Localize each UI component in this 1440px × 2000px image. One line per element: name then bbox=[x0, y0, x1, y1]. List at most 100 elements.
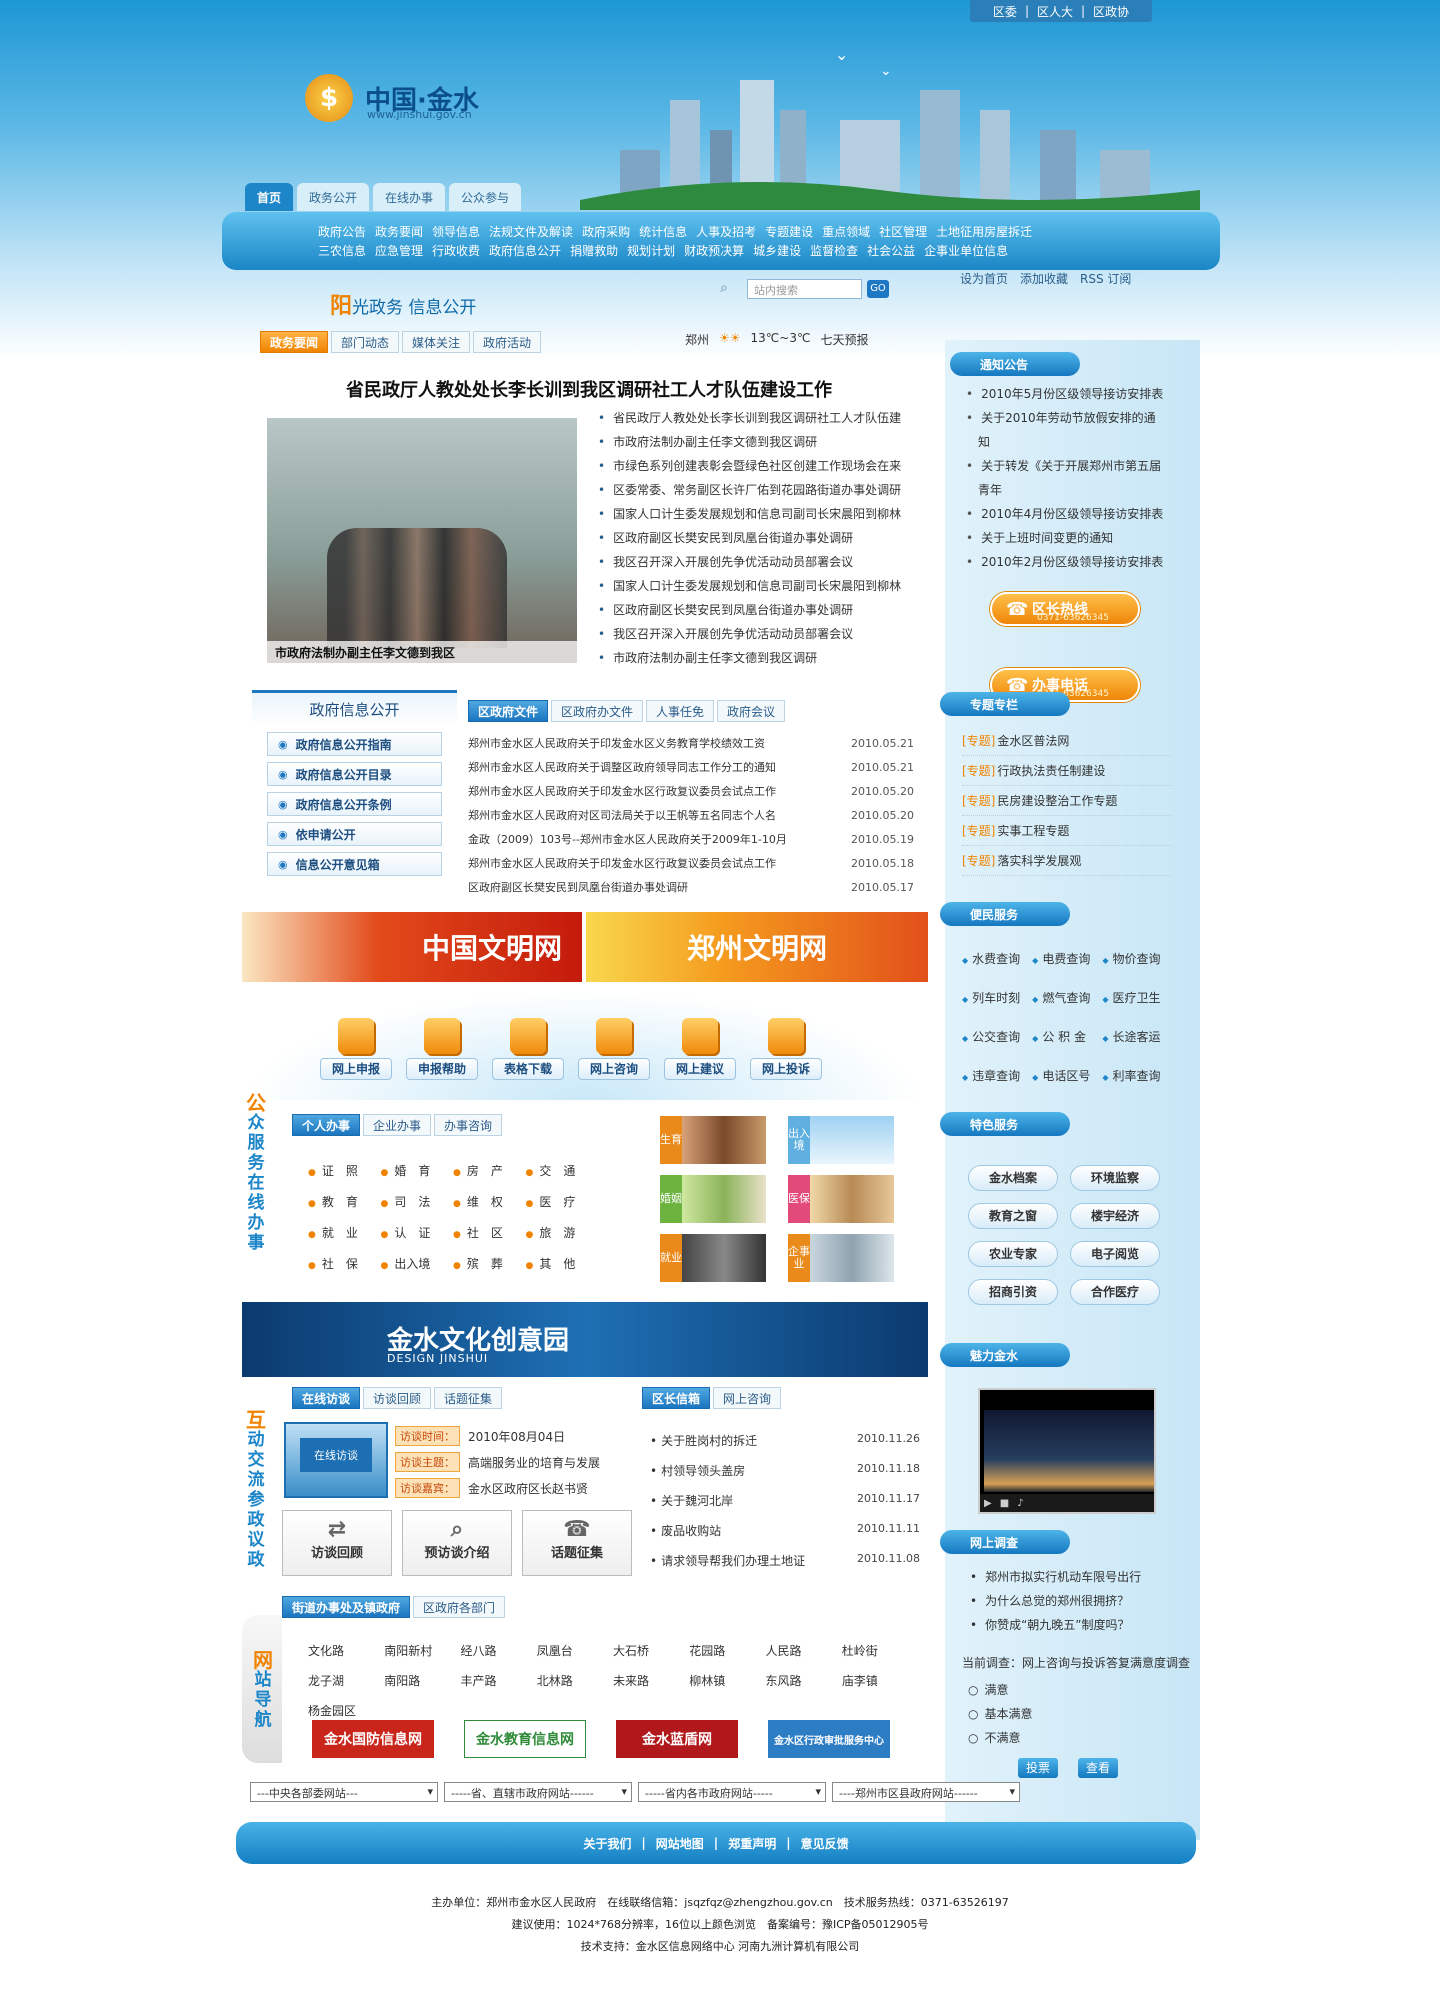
volume-icon[interactable]: ♪ bbox=[1017, 1498, 1023, 1509]
news-item[interactable]: 省民政厅人教处处长李长训到我区调研社工人才队伍建 bbox=[598, 406, 918, 430]
doc-row[interactable]: 郑州市金水区人民政府关于印发金水区行政复议委员会试点工作 2010.05.18 bbox=[468, 852, 914, 876]
tab-gov-affairs[interactable]: 政务公开 bbox=[297, 183, 370, 211]
video-player[interactable]: ▶ ■ ♪ bbox=[978, 1388, 1156, 1514]
nav-link[interactable]: 人事及招考 bbox=[696, 223, 756, 242]
nav-link[interactable]: 捐赠救助 bbox=[570, 242, 618, 261]
convenience-header[interactable]: 便民服务 bbox=[940, 902, 1070, 926]
special-item[interactable]: [专题] 行政执法责任制建设 bbox=[962, 756, 1172, 786]
birth-image[interactable]: 生育 bbox=[660, 1116, 766, 1164]
survey-option-radio[interactable]: 基本满意 bbox=[968, 1702, 1032, 1726]
nav-link[interactable]: 政府采购 bbox=[582, 223, 630, 242]
tab-meetings[interactable]: 政府会议 bbox=[717, 700, 786, 722]
tab-consult[interactable]: 办事咨询 bbox=[434, 1114, 503, 1136]
special-item[interactable]: [专题] 落实科学发展观 bbox=[962, 846, 1172, 876]
nav-link[interactable]: 社会公益 bbox=[867, 242, 915, 261]
personal-service-item[interactable]: 社 保 bbox=[308, 1255, 381, 1272]
street-link[interactable]: 南阳路 bbox=[384, 1672, 460, 1689]
nav-link[interactable]: 规划计划 bbox=[627, 242, 675, 261]
view-results-button[interactable]: 查看 bbox=[1078, 1758, 1118, 1778]
gov-info-button[interactable]: 政府信息公开条例 bbox=[267, 792, 442, 816]
convenience-link[interactable]: 燃气查询 bbox=[1032, 989, 1090, 1006]
featured-button[interactable]: 合作医疗 bbox=[1070, 1279, 1160, 1305]
survey-option-radio[interactable]: 不满意 bbox=[968, 1726, 1033, 1750]
featured-button[interactable]: 环境监察 bbox=[1070, 1165, 1160, 1191]
special-header[interactable]: 专题专栏 bbox=[940, 692, 1070, 716]
central-sites-select[interactable]: ---中央各部委网站--- bbox=[250, 1782, 438, 1802]
city-sites-select[interactable]: -----省内各市政府网站----- bbox=[638, 1782, 826, 1802]
nav-link[interactable]: 政府公告 bbox=[318, 223, 366, 242]
top-link[interactable]: 区委 bbox=[993, 3, 1017, 20]
employment-image[interactable]: 就业 bbox=[660, 1234, 766, 1282]
featured-button[interactable]: 楼宇经济 bbox=[1070, 1203, 1160, 1229]
tab-topic-collect[interactable]: 话题征集 bbox=[434, 1387, 503, 1409]
survey-item[interactable]: 郑州市拟实行机动车限号出行 bbox=[970, 1565, 1141, 1589]
featured-button[interactable]: 农业专家 bbox=[968, 1241, 1058, 1267]
personal-service-item[interactable]: 维 权 bbox=[453, 1193, 526, 1210]
convenience-link[interactable]: 公 积 金 bbox=[1032, 1028, 1090, 1045]
civilization-banner[interactable]: 中国文明网 bbox=[242, 912, 582, 982]
nav-link[interactable]: 政务要闻 bbox=[375, 223, 423, 242]
convenience-link[interactable]: 列车时刻 bbox=[962, 989, 1020, 1006]
nav-link[interactable]: 重点领域 bbox=[822, 223, 870, 242]
convenience-link[interactable]: 物价查询 bbox=[1102, 950, 1161, 967]
survey-option-radio[interactable]: 满意 bbox=[968, 1678, 1033, 1702]
doc-row[interactable]: 郑州市金水区人民政府关于印发金水区义务教育学校绩效工资 2010.05.21 bbox=[468, 732, 914, 756]
tab-office-docs[interactable]: 区政府办文件 bbox=[551, 700, 644, 722]
rss-link[interactable]: RSS 订阅 bbox=[1080, 270, 1131, 287]
top-link[interactable]: 区人大 bbox=[1037, 3, 1073, 20]
gov-info-button[interactable]: 信息公开意见箱 bbox=[267, 852, 442, 876]
street-link[interactable]: 文化路 bbox=[308, 1642, 384, 1659]
tab-media[interactable]: 媒体关注 bbox=[402, 331, 471, 353]
personal-service-item[interactable]: 殡 葬 bbox=[453, 1255, 526, 1272]
notice-header[interactable]: 通知公告 bbox=[950, 352, 1080, 376]
tab-online-service[interactable]: 在线办事 bbox=[373, 183, 446, 211]
news-item[interactable]: 市绿色系列创建表彰会暨绿色社区创建工作现场会在来 bbox=[598, 454, 918, 478]
personal-service-item[interactable]: 证 照 bbox=[308, 1162, 381, 1179]
street-link[interactable]: 东风路 bbox=[766, 1672, 842, 1689]
nav-link[interactable]: 应急管理 bbox=[375, 242, 423, 261]
notice-item[interactable]: 2010年4月份区级领导接访安排表 bbox=[966, 502, 1166, 526]
personal-service-item[interactable]: 教 育 bbox=[308, 1193, 381, 1210]
convenience-link[interactable]: 公交查询 bbox=[962, 1028, 1020, 1045]
gov-info-button[interactable]: 政府信息公开指南 bbox=[267, 732, 442, 756]
footer-statement[interactable]: 郑重声明 bbox=[728, 1835, 776, 1852]
news-item[interactable]: 区委常委、常务副区长许厂佑到花园路街道办事处调研 bbox=[598, 478, 918, 502]
special-item[interactable]: [专题] 民房建设整治工作专题 bbox=[962, 786, 1172, 816]
blue-shield-logo[interactable]: 金水蓝盾网 bbox=[616, 1720, 738, 1758]
tab-enterprise[interactable]: 企业办事 bbox=[363, 1114, 432, 1136]
nav-link[interactable]: 财政预决算 bbox=[684, 242, 744, 261]
street-link[interactable]: 南阳新村 bbox=[384, 1642, 460, 1659]
nav-link[interactable]: 法规文件及解读 bbox=[489, 223, 573, 242]
headline[interactable]: 省民政厅人教处处长李长训到我区调研社工人才队伍建设工作 bbox=[244, 376, 934, 402]
play-icon[interactable]: ▶ bbox=[984, 1498, 992, 1509]
tab-activities[interactable]: 政府活动 bbox=[473, 331, 542, 353]
mail-row[interactable]: 关于魏河北岸 2010.11.17 bbox=[650, 1492, 920, 1522]
notice-item[interactable]: 关于上班时间变更的通知 bbox=[966, 526, 1166, 550]
personal-service-item[interactable]: 认 证 bbox=[381, 1224, 454, 1241]
footer-about[interactable]: 关于我们 bbox=[583, 1835, 631, 1852]
street-link[interactable]: 庙李镇 bbox=[842, 1672, 918, 1689]
personal-service-item[interactable]: 房 产 bbox=[453, 1162, 526, 1179]
personal-service-item[interactable]: 旅 游 bbox=[526, 1224, 599, 1241]
survey-item[interactable]: 你赞成“朝九晚五”制度吗？ bbox=[970, 1613, 1141, 1637]
tab-street-offices[interactable]: 街道办事处及镇政府 bbox=[282, 1596, 411, 1618]
gov-info-button[interactable]: 依申请公开 bbox=[267, 822, 442, 846]
education-site-logo[interactable]: 金水教育信息网 bbox=[464, 1720, 586, 1758]
personal-service-item[interactable]: 医 疗 bbox=[526, 1193, 599, 1210]
news-item[interactable]: 我区召开深入开展创先争优活动动员部署会议 bbox=[598, 550, 918, 574]
street-link[interactable]: 龙子湖 bbox=[308, 1672, 384, 1689]
interview-preview-button[interactable]: ⌕ 预访谈介绍 bbox=[402, 1510, 512, 1576]
notice-item[interactable]: 关于转发《关于开展郑州市第五届青年 bbox=[966, 454, 1166, 502]
interview-review-button[interactable]: ⇄ 访谈回顾 bbox=[282, 1510, 392, 1576]
street-link[interactable]: 花园路 bbox=[689, 1642, 765, 1659]
add-favorite-link[interactable]: 添加收藏 bbox=[1020, 270, 1068, 287]
personal-service-item[interactable]: 就 业 bbox=[308, 1224, 381, 1241]
nav-link[interactable]: 城乡建设 bbox=[753, 242, 801, 261]
mail-row[interactable]: 关于胜岗村的拆迁 2010.11.26 bbox=[650, 1432, 920, 1462]
tab-personnel[interactable]: 人事任免 bbox=[646, 700, 715, 722]
doc-row[interactable]: 金政（2009）103号--郑州市金水区人民政府关于2009年1-10月 2010… bbox=[468, 828, 914, 852]
tab-online-consult[interactable]: 网上咨询 bbox=[713, 1387, 782, 1409]
service-button[interactable]: 网上咨询 bbox=[578, 1018, 650, 1080]
mail-row[interactable]: 请求领导帮我们办理土地证 2010.11.08 bbox=[650, 1552, 920, 1582]
featured-button[interactable]: 电子阅览 bbox=[1070, 1241, 1160, 1267]
